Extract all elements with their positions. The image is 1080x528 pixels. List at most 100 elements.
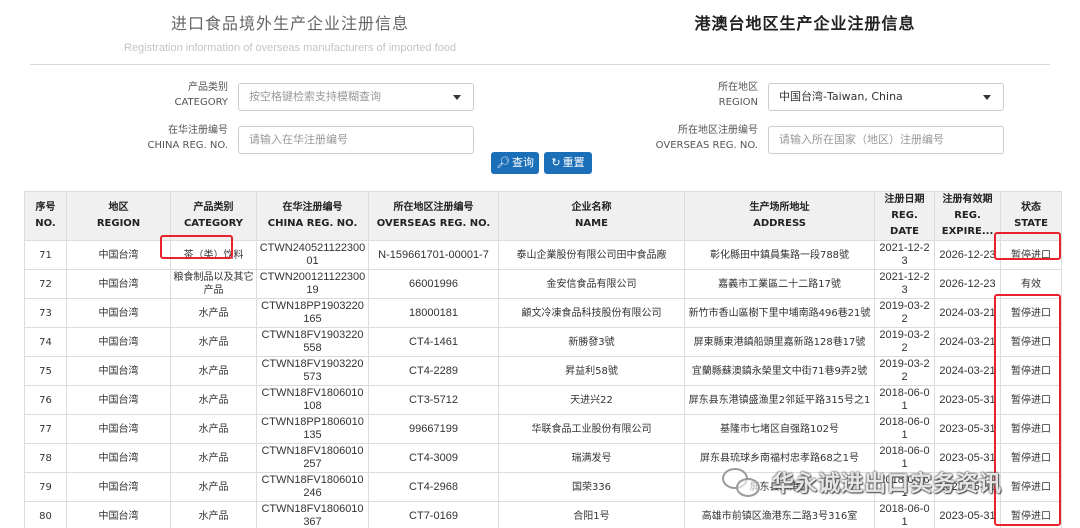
cell-china-reg: CTWN18FV1903220558 [256, 327, 369, 357]
cell-region: 中国台湾 [66, 269, 171, 299]
column-header: 产品类别 CATEGORY [170, 191, 257, 241]
cell-name: 新勝發3號 [498, 327, 685, 357]
cell-region: 中国台湾 [66, 385, 171, 415]
cell-reg-date: 2019-03-22 [874, 327, 935, 357]
cell-category: 水产品 [170, 356, 257, 386]
cell-region: 中国台湾 [66, 327, 171, 357]
search-button[interactable]: 🔎︎ 查询 [491, 152, 539, 174]
cell-name: 金安信食品有限公司 [498, 269, 685, 299]
tab-overseas-manufacturers[interactable]: 进口食品境外生产企业注册信息 Registration information … [90, 10, 490, 54]
table-row[interactable]: 76 中国台湾 水产品 CTWN18FV1806010108 CT3-5712 天进兴22… [24, 385, 1062, 415]
cell-no: 72 [24, 269, 67, 299]
cell-overseas-reg: N-159661701-00001-7 [368, 240, 499, 270]
cell-china-reg: CTWN24052112230001 [256, 240, 369, 270]
cell-expire: 2024-03-21 [934, 298, 1001, 328]
china-reg-input[interactable]: 请输入在华注册编号 [238, 126, 474, 154]
cell-category: 水产品 [170, 385, 257, 415]
cell-overseas-reg: CT4-2289 [368, 356, 499, 386]
table-row[interactable]: 74 中国台湾 水产品 CTWN18FV1903220558 CT4-1461 新勝發3號… [24, 327, 1062, 357]
watermark-text: 华永诚进出口实务资讯 [772, 472, 1003, 497]
cell-expire: 2023-05-31 [934, 414, 1001, 444]
cell-overseas-reg: 66001996 [368, 269, 499, 299]
reset-button[interactable]: ↻ 重置 [544, 152, 592, 174]
cell-state: 暂停进口 [1000, 298, 1062, 328]
cell-address: 屏東縣東港鎮船頭里嘉新路128巷17號 [684, 327, 875, 357]
cell-overseas-reg: CT3-5712 [368, 385, 499, 415]
cell-state: 暂停进口 [1000, 356, 1062, 386]
region-select[interactable]: 中国台湾-Taiwan, China [768, 83, 1004, 111]
cell-category: 水产品 [170, 298, 257, 328]
cell-china-reg: CTWN18PP1806010135 [256, 414, 369, 444]
cell-category: 水产品 [170, 443, 257, 473]
column-header: 在华注册编号 CHINA REG. NO. [256, 191, 369, 241]
cell-reg-date: 2018-06-01 [874, 385, 935, 415]
cell-state: 暂停进口 [1000, 240, 1062, 270]
cell-no: 74 [24, 327, 67, 357]
region-label: 所在地区 REGION [718, 82, 758, 108]
cell-expire: 2024-03-21 [934, 327, 1001, 357]
table-row[interactable]: 71 中国台湾 茶（类）饮料 CTWN24052112230001 N-15966170… [24, 240, 1062, 270]
table-row[interactable]: 72 中国台湾 粮食制品以及其它产品 CTWN20012112230019 660019… [24, 269, 1062, 299]
column-header: 地区 REGION [66, 191, 171, 241]
tab-overseas-title: 进口食品境外生产企业注册信息 [170, 14, 409, 33]
table-row[interactable]: 73 中国台湾 水产品 CTWN18PP1903220165 18000181 顧文冷凍食… [24, 298, 1062, 328]
cell-address: 新竹市香山區樹下里中埔南路496巷21號 [684, 298, 875, 328]
cell-overseas-reg: 18000181 [368, 298, 499, 328]
cell-china-reg: CTWN18FV1806010367 [256, 501, 369, 528]
china-reg-label: 在华注册编号 CHINA REG. NO. [147, 125, 228, 151]
cell-region: 中国台湾 [66, 414, 171, 444]
category-label: 产品类别 CATEGORY [174, 82, 228, 108]
column-header: 序号 NO. [24, 191, 67, 241]
column-header: 生产场所地址 ADDRESS [684, 191, 875, 241]
column-header: 企业名称 NAME [498, 191, 685, 241]
cell-state: 暂停进口 [1000, 414, 1062, 444]
overseas-reg-input[interactable]: 请输入所在国家（地区）注册编号 [768, 126, 1004, 154]
cell-category: 茶（类）饮料 [170, 240, 257, 270]
tab-overseas-subtitle: Registration information of overseas man… [124, 42, 456, 54]
cell-expire: 2024-03-21 [934, 356, 1001, 386]
cell-name: 泰山企業股份有限公司田中食品廠 [498, 240, 685, 270]
cell-name: 华联食品工业股份有限公司 [498, 414, 685, 444]
cell-category: 水产品 [170, 472, 257, 502]
cell-address: 嘉義市工業區二十二路17號 [684, 269, 875, 299]
cell-expire: 2026-12-23 [934, 240, 1001, 270]
cell-address: 屏东县东港镇盛渔里2邻延平路315号之1 [684, 385, 875, 415]
cell-region: 中国台湾 [66, 443, 171, 473]
cell-reg-date: 2019-03-22 [874, 298, 935, 328]
cell-state: 有效 [1000, 269, 1062, 299]
cell-region: 中国台湾 [66, 298, 171, 328]
column-header: 注册有效期 REG. EXPIRE... [934, 191, 1001, 241]
cell-address: 宜蘭縣蘇澳鎮永榮里文中街71巷9弄2號 [684, 356, 875, 386]
cell-state: 暂停进口 [1000, 443, 1062, 473]
cell-state: 暂停进口 [1000, 472, 1062, 502]
table-row[interactable]: 77 中国台湾 水产品 CTWN18PP1806010135 99667199 华联食品工… [24, 414, 1062, 444]
cell-expire: 2023-05-31 [934, 385, 1001, 415]
cell-region: 中国台湾 [66, 356, 171, 386]
cell-name: 昇益利58號 [498, 356, 685, 386]
refresh-icon: ↻ [551, 156, 561, 169]
cell-state: 暂停进口 [1000, 385, 1062, 415]
cell-name: 国荣336 [498, 472, 685, 502]
cell-no: 71 [24, 240, 67, 270]
cell-china-reg: CTWN18PP1903220165 [256, 298, 369, 328]
cell-china-reg: CTWN18FV1806010257 [256, 443, 369, 473]
cell-address: 基隆市七堵区自强路102号 [684, 414, 875, 444]
cell-category: 水产品 [170, 501, 257, 528]
cell-overseas-reg: CT7-0169 [368, 501, 499, 528]
category-select[interactable]: 按空格键检索支持模糊查询 [238, 83, 474, 111]
cell-name: 天进兴22 [498, 385, 685, 415]
cell-overseas-reg: CT4-2968 [368, 472, 499, 502]
column-header: 注册日期 REG. DATE [874, 191, 935, 241]
cell-china-reg: CTWN20012112230019 [256, 269, 369, 299]
cell-expire: 2026-12-23 [934, 269, 1001, 299]
table-row[interactable]: 75 中国台湾 水产品 CTWN18FV1903220573 CT4-2289 昇益利58… [24, 356, 1062, 386]
cell-no: 78 [24, 443, 67, 473]
cell-category: 水产品 [170, 327, 257, 357]
cell-category: 粮食制品以及其它产品 [170, 269, 257, 299]
cell-china-reg: CTWN18FV1903220573 [256, 356, 369, 386]
cell-region: 中国台湾 [66, 501, 171, 528]
tab-hmt-title: 港澳台地区生产企业注册信息 [694, 14, 916, 33]
table-row[interactable]: 80 中国台湾 水产品 CTWN18FV1806010367 CT7-0169 合阳1号高… [24, 501, 1062, 528]
tab-hk-macao-taiwan[interactable]: 港澳台地区生产企业注册信息 [640, 10, 970, 34]
cell-china-reg: CTWN18FV1806010108 [256, 385, 369, 415]
